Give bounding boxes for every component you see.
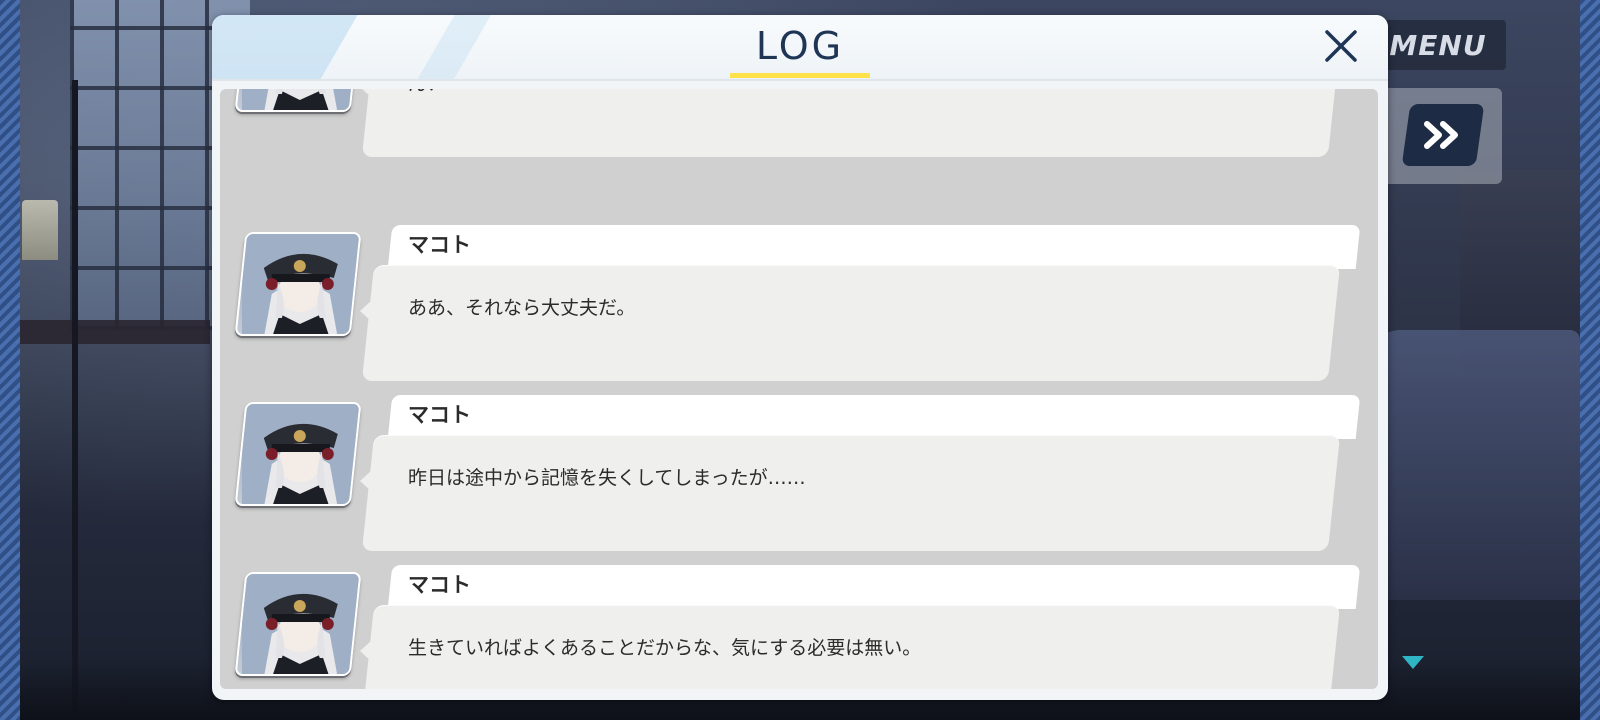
portrait-illustration [241,234,358,336]
speaker-name: マコト [408,233,471,257]
dialogue-text: 昨日は途中から記憶を失くしてしまったが…… [408,467,806,489]
name-plate [387,565,1361,609]
speaker-name: マコト [408,573,471,597]
menu-button[interactable]: MENU [1370,20,1506,70]
log-entry: マコト 生きていればよくあることだからな、気にする必要は無い。 [220,565,1378,689]
portrait-illustration [241,404,358,506]
portrait-illustration [241,89,358,112]
speech-bubble [361,435,1341,551]
name-plate [387,395,1361,439]
lamp-illustration [22,200,58,260]
character-portrait [234,89,362,112]
character-portrait [234,402,362,506]
character-portrait [234,572,362,676]
character-portrait [234,232,362,336]
desk-illustration [20,320,210,344]
scroll-down-icon[interactable] [1402,656,1424,669]
close-icon [1325,30,1357,62]
fast-forward-icon [1424,121,1458,149]
dialogue-text: ん？ [408,89,446,96]
dialog-title: LOG [755,24,845,68]
fast-forward-button[interactable] [1401,104,1485,166]
title-underline [730,73,870,78]
speech-bubble [361,89,1341,157]
dialogue-text: ああ、それなら大丈夫だ。 [408,297,636,319]
bedpost-illustration [72,80,78,720]
log-dialog: LOG マコト ああ、それなら大丈夫だ。 マコト 昨日は途中から記憶を失くしてし… [212,15,1388,700]
sofa-illustration [1370,330,1580,600]
dialog-header: LOG [212,15,1388,79]
dialogue-text: 生きていればよくあることだからな、気にする必要は無い。 [408,637,922,659]
left-border-stripe [0,0,20,720]
header-divider [212,79,1388,81]
log-entry: ん？ [220,89,1378,161]
speaker-name: マコト [408,403,471,427]
log-entry: マコト 昨日は途中から記憶を失くしてしまったが…… [220,395,1378,555]
log-entry: マコト ああ、それなら大丈夫だ。 [220,225,1378,385]
log-scroll-area[interactable]: ん？ [220,89,1378,689]
close-button[interactable] [1320,25,1362,67]
right-border-stripe [1580,0,1600,720]
speech-bubble [361,265,1341,381]
portrait-illustration [241,574,358,676]
name-plate [387,225,1361,269]
